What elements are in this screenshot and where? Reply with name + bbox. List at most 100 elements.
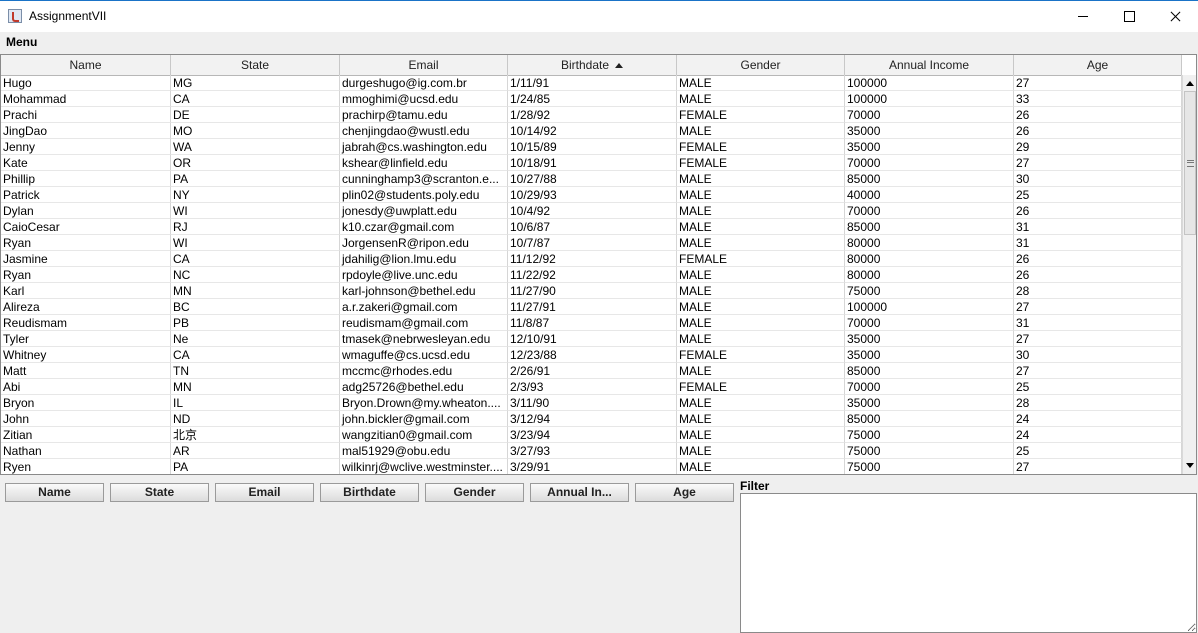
table-cell[interactable]: Hugo [1,75,171,91]
table-row[interactable]: Mohammad CA mmoghimi@ucsd.edu 1/24/85 MALE 10… [1,91,1182,107]
table-row[interactable]: Bryon IL Bryon.Drown@my.wheaton.... 3/11/90… [1,395,1182,411]
column-button-age[interactable]: Age [635,483,734,502]
table-cell[interactable]: MALE [677,443,845,459]
table-cell[interactable]: 35000 [845,395,1014,411]
table-cell[interactable]: adg25726@bethel.edu [340,379,508,395]
table-cell[interactable]: 10/15/89 [508,139,677,155]
table-cell[interactable]: TN [171,363,340,379]
column-header-state[interactable]: State [171,55,340,75]
table-row[interactable]: Alireza BC a.r.zakeri@gmail.com 11/27/91 MAL… [1,299,1182,315]
table-cell[interactable]: 3/12/94 [508,411,677,427]
table-cell[interactable]: MN [171,283,340,299]
table-cell[interactable]: 26 [1014,107,1182,123]
table-cell[interactable]: 35000 [845,139,1014,155]
table-cell[interactable]: 33 [1014,91,1182,107]
table-cell[interactable]: 24 [1014,411,1182,427]
table-row[interactable]: Jenny WA jabrah@cs.washington.edu 10/15/89 F… [1,139,1182,155]
table-cell[interactable]: 100000 [845,299,1014,315]
table-cell[interactable]: 75000 [845,283,1014,299]
table-cell[interactable]: 11/27/90 [508,283,677,299]
table-cell[interactable]: MALE [677,123,845,139]
table-row[interactable]: Dylan WI jonesdy@uwplatt.edu 10/4/92 MALE 700… [1,203,1182,219]
column-header-gender[interactable]: Gender [677,55,845,75]
table-cell[interactable]: ND [171,411,340,427]
table-row[interactable]: Kate OR kshear@linfield.edu 10/18/91 FEMALE 7… [1,155,1182,171]
table-cell[interactable]: cunninghamp3@scranton.e... [340,171,508,187]
scroll-down-icon[interactable] [1183,458,1196,474]
table-row[interactable]: Zitian 北京 wangzitian0@gmail.com 3/23/94 MALE… [1,427,1182,443]
table-cell[interactable]: 75000 [845,443,1014,459]
table-cell[interactable]: MO [171,123,340,139]
table-cell[interactable]: 3/27/93 [508,443,677,459]
table-cell[interactable]: karl-johnson@bethel.edu [340,283,508,299]
table-cell[interactable]: 北京 [171,427,340,443]
table-cell[interactable]: Ne [171,331,340,347]
table-cell[interactable]: 28 [1014,283,1182,299]
maximize-icon[interactable] [1106,1,1152,32]
table-cell[interactable]: 27 [1014,363,1182,379]
scroll-up-icon[interactable] [1183,75,1196,91]
column-header-annual-income[interactable]: Annual Income [845,55,1014,75]
table-cell[interactable]: FEMALE [677,379,845,395]
table-cell[interactable]: WI [171,203,340,219]
table-cell[interactable]: MALE [677,219,845,235]
table-cell[interactable]: 10/27/88 [508,171,677,187]
table-row[interactable]: Phillip PA cunninghamp3@scranton.e... 10/27… [1,171,1182,187]
table-cell[interactable]: jabrah@cs.washington.edu [340,139,508,155]
table-cell[interactable]: Ryan [1,267,171,283]
table-row[interactable]: Ryan WI JorgensenR@ripon.edu 10/7/87 MALE 800… [1,235,1182,251]
table-cell[interactable]: 3/29/91 [508,459,677,474]
table-cell[interactable]: john.bickler@gmail.com [340,411,508,427]
table-cell[interactable]: Kate [1,155,171,171]
table-cell[interactable]: 26 [1014,251,1182,267]
filter-input[interactable] [740,493,1197,633]
table-cell[interactable]: Whitney [1,347,171,363]
column-header-email[interactable]: Email [340,55,508,75]
table-cell[interactable]: 70000 [845,107,1014,123]
table-cell[interactable]: CA [171,251,340,267]
table-cell[interactable]: 10/14/92 [508,123,677,139]
table-cell[interactable]: AR [171,443,340,459]
column-header-name[interactable]: Name [1,55,171,75]
table-cell[interactable]: 3/11/90 [508,395,677,411]
table-cell[interactable]: Jenny [1,139,171,155]
table-cell[interactable]: MALE [677,203,845,219]
table-cell[interactable]: Mohammad [1,91,171,107]
table-cell[interactable]: 26 [1014,203,1182,219]
vertical-scrollbar[interactable] [1182,75,1196,474]
table-cell[interactable]: OR [171,155,340,171]
table-cell[interactable]: Matt [1,363,171,379]
table-cell[interactable]: NY [171,187,340,203]
table-row[interactable]: John ND john.bickler@gmail.com 3/12/94 MALE 8… [1,411,1182,427]
table-row[interactable]: Matt TN mccmc@rhodes.edu 2/26/91 MALE 85000 27 [1,363,1182,379]
table-cell[interactable]: tmasek@nebrwesleyan.edu [340,331,508,347]
table-cell[interactable]: jdahilig@lion.lmu.edu [340,251,508,267]
table-cell[interactable]: 11/12/92 [508,251,677,267]
table-cell[interactable]: 25 [1014,187,1182,203]
table-cell[interactable]: 27 [1014,155,1182,171]
table-cell[interactable]: MALE [677,331,845,347]
table-cell[interactable]: MALE [677,187,845,203]
table-cell[interactable]: wilkinrj@wclive.westminster.... [340,459,508,474]
table-cell[interactable]: MALE [677,459,845,474]
table-cell[interactable]: 10/18/91 [508,155,677,171]
table-cell[interactable]: 31 [1014,219,1182,235]
table-cell[interactable]: Phillip [1,171,171,187]
table-row[interactable]: Ryen PA wilkinrj@wclive.westminster.... 3/2… [1,459,1182,474]
table-cell[interactable]: John [1,411,171,427]
close-icon[interactable] [1152,1,1198,32]
table-cell[interactable]: MALE [677,267,845,283]
menu-item-menu[interactable]: Menu [6,35,37,49]
table-cell[interactable]: Tyler [1,331,171,347]
table-cell[interactable]: 12/10/91 [508,331,677,347]
table-cell[interactable]: 27 [1014,331,1182,347]
table-cell[interactable]: 40000 [845,187,1014,203]
table-row[interactable]: Prachi DE prachirp@tamu.edu 1/28/92 FEMALE 70… [1,107,1182,123]
table-cell[interactable]: 80000 [845,235,1014,251]
table-cell[interactable]: 11/22/92 [508,267,677,283]
table-cell[interactable]: MALE [677,315,845,331]
table-cell[interactable]: MALE [677,427,845,443]
table-cell[interactable]: Abi [1,379,171,395]
table-cell[interactable]: prachirp@tamu.edu [340,107,508,123]
table-cell[interactable]: 24 [1014,427,1182,443]
